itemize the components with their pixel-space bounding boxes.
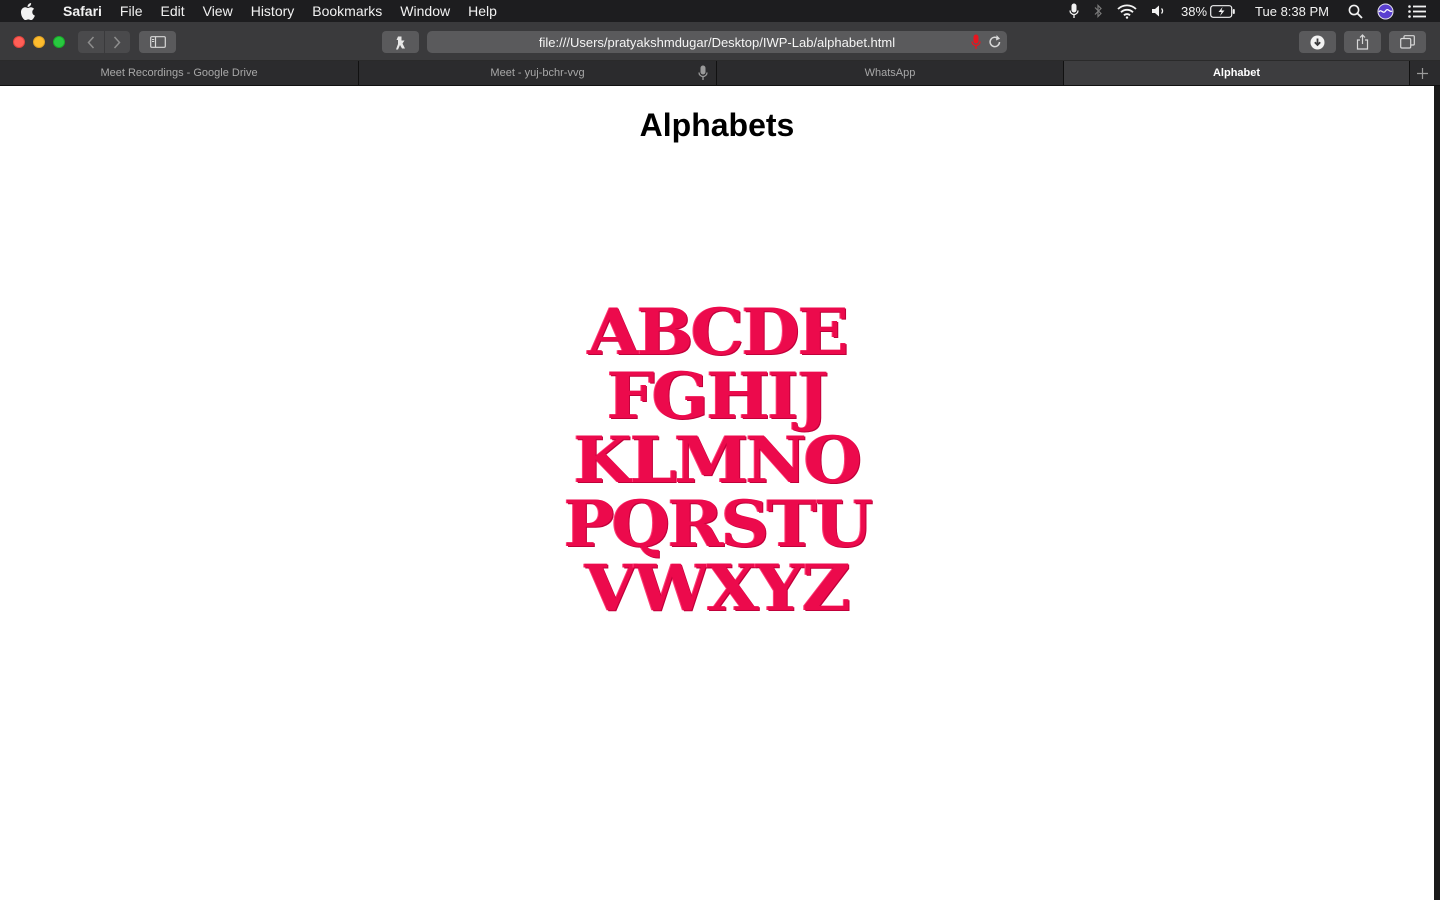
back-button[interactable] [78,31,104,53]
menu-help[interactable]: Help [459,0,506,22]
tab-alphabet[interactable]: Alphabet [1064,61,1410,85]
alphabet-image: A B C D E F G H I J K L M N O P Q R S T … [540,301,896,621]
apple-menu-icon[interactable] [0,2,54,20]
alphabet-letter: Y [756,551,805,626]
reload-icon[interactable] [988,34,1002,52]
tab-title: Alphabet [1212,67,1261,79]
siri-icon[interactable] [1370,0,1401,22]
tab-title: Meet Recordings - Google Drive [100,67,258,79]
alphabet-letter: L [629,423,677,498]
show-tabs-button[interactable] [1389,31,1426,53]
alphabet-letter: P [563,487,614,562]
notification-center-icon[interactable] [1401,0,1440,22]
alphabet-letter: N [745,423,807,498]
alphabet-letter: V [584,551,638,626]
volume-icon[interactable] [1144,0,1174,22]
alphabet-letter: S [720,487,770,562]
alphabet-row: P Q R S T U [540,493,896,557]
new-tab-button[interactable] [1410,61,1434,85]
menu-bar: Safari File Edit View History Bookmarks … [0,0,1440,22]
alphabet-row: V W X Y Z [540,557,896,621]
alphabet-letter: R [667,487,724,562]
address-bar[interactable]: file:///Users/pratyakshmdugar/Desktop/IW… [427,31,1007,53]
alphabet-letter: I [767,359,799,434]
share-icon [1356,34,1369,50]
tab-microphone-icon[interactable] [698,65,708,84]
chevron-left-icon [87,35,94,49]
menu-edit[interactable]: Edit [151,0,193,22]
tab-meet-call[interactable]: Meet - yuj-bchr-vvg [359,61,717,85]
battery-charging-icon [1210,4,1236,18]
chevron-right-icon [114,35,121,49]
voice-input-icon[interactable] [971,34,981,53]
alphabet-letter: T [766,487,817,562]
alphabet-letter: M [673,423,749,498]
navigation-buttons [78,31,130,53]
alphabet-letter: F [606,359,655,434]
battery-status[interactable]: 38% [1174,0,1243,22]
alphabet-letter: C [690,295,745,370]
forward-button[interactable] [103,31,131,53]
alphabet-letter: W [634,551,710,626]
alphabet-letter: X [706,551,759,626]
minimize-window-button[interactable] [33,36,45,48]
alphabet-row: K L M N O [540,429,896,493]
sidebar-icon [149,36,166,48]
alphabet-letter: A [587,295,640,370]
alphabet-letter: Q [611,487,670,562]
extension-button[interactable] [382,31,419,53]
tab-title: Meet - yuj-bchr-vvg [490,67,585,79]
menu-history[interactable]: History [242,0,304,22]
alphabet-letter: E [797,295,849,370]
alphabet-letter: K [573,423,633,498]
share-button[interactable] [1344,31,1381,53]
battery-percent: 38% [1181,3,1208,19]
download-icon [1310,35,1325,49]
alphabet-row: F G H I J [540,365,896,429]
alphabet-letter: G [651,359,710,434]
plus-icon [1416,67,1428,79]
alphabet-letter: B [636,295,694,370]
alphabet-row: A B C D E [540,301,896,365]
menu-window[interactable]: Window [391,0,459,22]
tab-whatsapp[interactable]: WhatsApp [717,61,1064,85]
bluetooth-icon[interactable] [1086,0,1110,22]
menu-app-safari[interactable]: Safari [54,0,111,22]
web-page: Alphabets A B C D E F G H I J K L M N O … [0,86,1434,900]
clock[interactable]: Tue 8:38 PM [1243,0,1341,22]
spotlight-search-icon[interactable] [1341,0,1370,22]
alphabet-letter: H [706,359,770,434]
alphabet-letter: D [741,295,801,370]
browser-toolbar: file:///Users/pratyakshmdugar/Desktop/IW… [0,22,1440,61]
page-heading: Alphabets [639,107,795,143]
downloads-button[interactable] [1299,31,1336,53]
alphabet-letter: Z [801,551,851,626]
zoom-window-button[interactable] [53,36,65,48]
address-bar-url: file:///Users/pratyakshmdugar/Desktop/IW… [538,34,896,50]
microphone-status-icon[interactable] [1062,0,1086,22]
menu-file[interactable]: File [111,0,152,22]
menu-view[interactable]: View [194,0,242,22]
tab-title: WhatsApp [864,67,916,79]
alphabet-letter: U [814,487,873,562]
wifi-icon[interactable] [1110,0,1144,22]
alphabet-letter: J [797,359,830,434]
tab-meet-recordings[interactable]: Meet Recordings - Google Drive [0,61,359,85]
extension-icon [395,36,405,49]
tabs-overview-icon [1400,35,1415,49]
sidebar-toggle-button[interactable] [139,31,176,53]
alphabet-letter: O [803,423,863,498]
close-window-button[interactable] [13,36,25,48]
tab-bar: Meet Recordings - Google Drive Meet - yu… [0,61,1440,86]
menu-bookmarks[interactable]: Bookmarks [303,0,391,22]
